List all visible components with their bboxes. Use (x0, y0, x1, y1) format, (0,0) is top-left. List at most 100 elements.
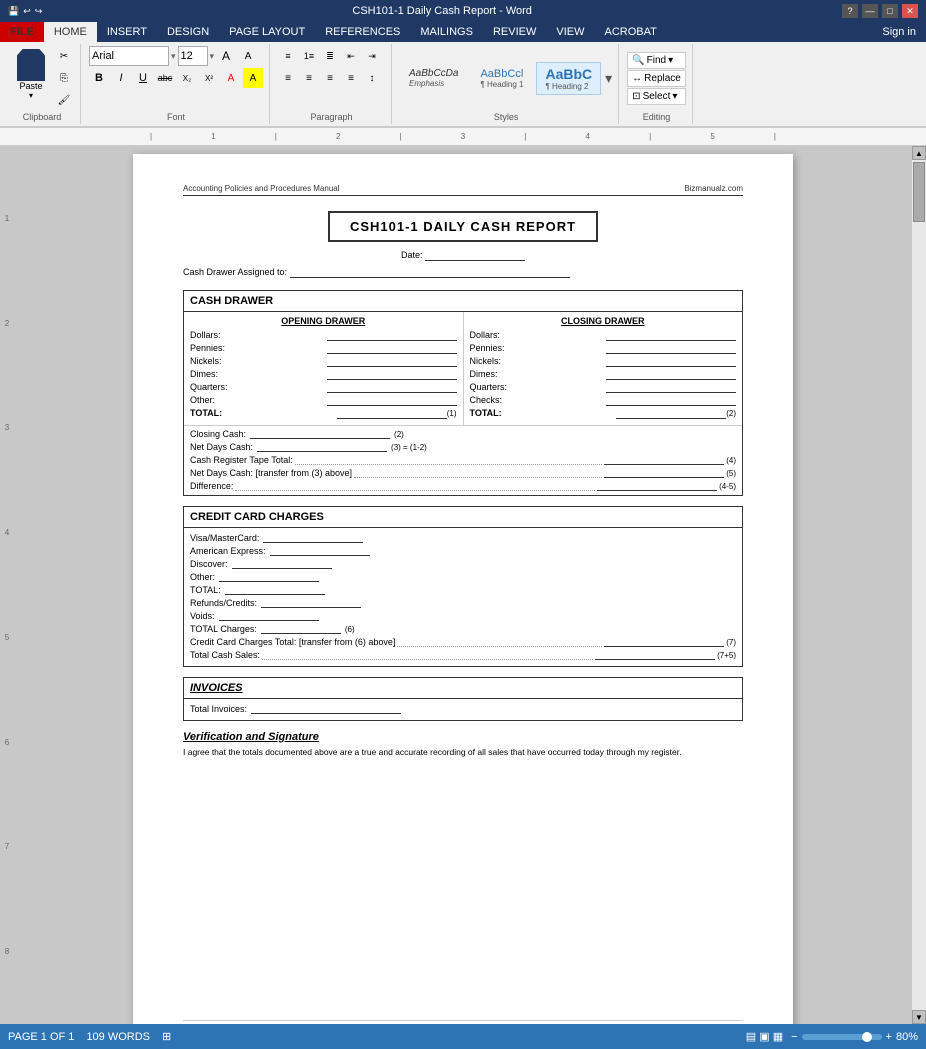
zoom-slider[interactable] (802, 1034, 882, 1040)
line-spacing-btn[interactable]: ↕ (362, 68, 382, 88)
opening-dimes: Dimes: (190, 369, 218, 380)
difference-label: Difference: (190, 481, 233, 491)
style-emphasis[interactable]: AaBbCcDa Emphasis (400, 64, 467, 92)
subscript-btn[interactable]: X₂ (177, 68, 197, 88)
style-heading1[interactable]: AaBbCcl ¶ Heading 1 (471, 64, 532, 93)
font-shrink-btn[interactable]: A (238, 46, 258, 66)
minimize-btn[interactable]: — (862, 4, 878, 18)
status-right: ▤ ▣ ▦ − + 80% (746, 1030, 918, 1043)
style-heading2[interactable]: AaBbC ¶ Heading 2 (536, 62, 601, 95)
title-bar: 💾 ↩ ↪ CSH101-1 Daily Cash Report - Word … (0, 0, 926, 22)
editing-group: 🔍 Find ▾ ↔ Replace ⊡ Select ▾ Editing (621, 44, 693, 124)
font-size-input[interactable] (178, 46, 208, 66)
tab-references[interactable]: REFERENCES (315, 22, 410, 42)
closing-nickels: Nickels: (470, 356, 502, 367)
closing-checks: Checks: (470, 395, 503, 406)
opening-dollars: Dollars: (190, 330, 221, 341)
ribbon-content: Paste ▾ ✂ ⎘ 🖌 Clipboard ▾ ▾ A A B I U ab… (0, 42, 926, 128)
closing-dollars: Dollars: (470, 330, 501, 341)
multilevel-btn[interactable]: ≣ (320, 46, 340, 66)
doc-title: CSH101-1 DAILY CASH REPORT (328, 211, 598, 242)
scroll-track[interactable] (912, 160, 926, 1010)
closing-total: TOTAL: (470, 408, 502, 419)
scroll-up-btn[interactable]: ▲ (912, 146, 926, 160)
ribbon-tabs: FILE HOME INSERT DESIGN PAGE LAYOUT REFE… (0, 22, 926, 42)
cash-drawer-section: CASH DRAWER OPENING DRAWER Dollars: Penn… (183, 290, 743, 496)
clipboard-group: Paste ▾ ✂ ⎘ 🖌 Clipboard (4, 44, 81, 124)
status-bar: PAGE 1 OF 1 109 WORDS ⊞ ▤ ▣ ▦ − + 80% (0, 1024, 926, 1049)
layout-icon[interactable]: ⊞ (162, 1030, 171, 1043)
increase-indent-btn[interactable]: ⇥ (362, 46, 382, 66)
document-page: Accounting Policies and Procedures Manua… (133, 154, 793, 1024)
right-scrollbar[interactable]: ▲ ▼ (912, 146, 926, 1024)
align-left-btn[interactable]: ≡ (278, 68, 298, 88)
cut-button[interactable]: ✂ (54, 46, 74, 66)
window-controls[interactable]: ? — □ ✕ (842, 4, 918, 18)
maximize-btn[interactable]: □ (882, 4, 898, 18)
styles-scroll-btn[interactable]: ▾ (605, 70, 612, 87)
cash-drawer-table: OPENING DRAWER Dollars: Pennies: Nickels… (184, 312, 742, 495)
bullets-btn[interactable]: ≡ (278, 46, 298, 66)
zoom-control[interactable]: − + 80% (791, 1031, 918, 1043)
cc-total-label: TOTAL: (190, 585, 221, 595)
font-group: ▾ ▾ A A B I U abc X₂ X² A A Font (83, 44, 270, 124)
font-name-input[interactable] (89, 46, 169, 66)
scroll-thumb[interactable] (913, 162, 925, 222)
strikethrough-btn[interactable]: abc (155, 68, 175, 88)
doc-header-left: Accounting Policies and Procedures Manua… (183, 184, 340, 193)
font-label: Font (89, 110, 263, 122)
cash-register-label: Cash Register Tape Total: (190, 455, 293, 465)
align-center-btn[interactable]: ≡ (299, 68, 319, 88)
help-btn[interactable]: ? (842, 4, 858, 18)
cc-other-label: Other: (190, 572, 215, 582)
bold-btn[interactable]: B (89, 68, 109, 88)
justify-btn[interactable]: ≡ (341, 68, 361, 88)
opening-quarters: Quarters: (190, 382, 228, 393)
credit-card-title: CREDIT CARD CHARGES (184, 507, 742, 528)
left-margin: 12345678 (0, 146, 14, 1024)
format-painter-button[interactable]: 🖌 (54, 90, 74, 110)
copy-button[interactable]: ⎘ (54, 68, 74, 88)
text-color-btn[interactable]: A (221, 68, 241, 88)
clipboard-label: Clipboard (10, 110, 74, 122)
underline-btn[interactable]: U (133, 68, 153, 88)
select-btn[interactable]: ⊡ Select ▾ (627, 88, 686, 105)
close-btn[interactable]: ✕ (902, 4, 918, 18)
font-grow-btn[interactable]: A (216, 46, 236, 66)
cash-drawer-title: CASH DRAWER (184, 291, 742, 312)
align-right-btn[interactable]: ≡ (320, 68, 340, 88)
tab-view[interactable]: VIEW (546, 22, 594, 42)
tab-home[interactable]: HOME (44, 22, 97, 42)
doc-footer: CSH101-1 Daily Cash Report Page 1 of 1 (183, 1020, 743, 1024)
paragraph-label: Paragraph (278, 110, 385, 122)
document-scroll[interactable]: Accounting Policies and Procedures Manua… (14, 146, 912, 1024)
tab-insert[interactable]: INSERT (97, 22, 157, 42)
doc-header-right: Bizmanualz.com (684, 184, 743, 193)
net-days-transfer-label: Net Days Cash: [transfer from (3) above] (190, 468, 352, 478)
net-days-label: Net Days Cash: (190, 442, 253, 452)
verification-section: Verification and Signature I agree that … (183, 731, 743, 759)
highlight-btn[interactable]: A (243, 68, 263, 88)
tab-acrobat[interactable]: ACROBAT (594, 22, 666, 42)
refunds-label: Refunds/Credits: (190, 598, 257, 608)
italic-btn[interactable]: I (111, 68, 131, 88)
superscript-btn[interactable]: X² (199, 68, 219, 88)
view-buttons[interactable]: ▤ ▣ ▦ (746, 1030, 783, 1043)
drawer-assigned-line: Cash Drawer Assigned to: (183, 267, 743, 278)
scroll-down-btn[interactable]: ▼ (912, 1010, 926, 1024)
decrease-indent-btn[interactable]: ⇤ (341, 46, 361, 66)
tab-review[interactable]: REVIEW (483, 22, 546, 42)
total-charges-label: TOTAL Charges: (190, 624, 257, 634)
tab-page-layout[interactable]: PAGE LAYOUT (219, 22, 315, 42)
paste-button[interactable]: Paste ▾ (10, 46, 52, 110)
closing-pennies: Pennies: (470, 343, 505, 354)
word-count: 109 WORDS (86, 1031, 150, 1043)
find-btn[interactable]: 🔍 Find ▾ (627, 52, 686, 69)
numbering-btn[interactable]: 1≡ (299, 46, 319, 66)
sign-in[interactable]: Sign in (872, 22, 926, 42)
tab-file[interactable]: FILE (0, 22, 44, 42)
tab-design[interactable]: DESIGN (157, 22, 219, 42)
replace-btn[interactable]: ↔ Replace (627, 70, 686, 87)
tab-mailings[interactable]: MAILINGS (410, 22, 483, 42)
amex-label: American Express: (190, 546, 266, 556)
